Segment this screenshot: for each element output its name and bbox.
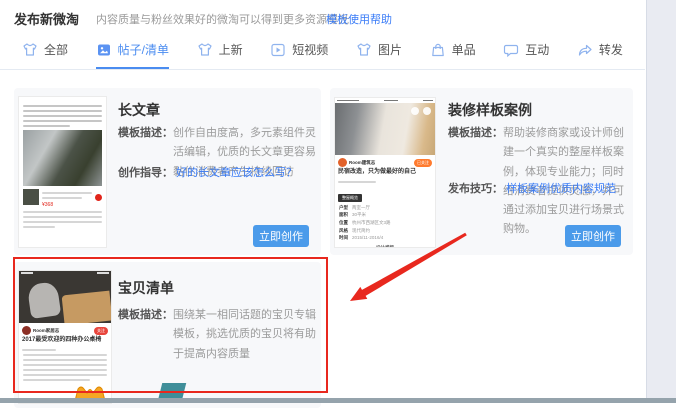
detail-row: 时间2015/11-2016/4 — [335, 234, 435, 242]
post-list-icon — [96, 42, 112, 58]
create-now-button[interactable]: 立即创作 — [565, 225, 621, 247]
tab-label: 转发 — [599, 41, 623, 58]
tshirt-icon — [197, 42, 213, 58]
tab-label: 单品 — [452, 41, 476, 58]
preview-title: 2017最受欢迎的四种办公桌椅 — [19, 336, 111, 346]
product-text-lines — [42, 192, 92, 199]
preview-title: 民宿改造，只为做最好的自己 — [335, 168, 435, 178]
chair-photo — [19, 271, 111, 323]
product-thumb — [23, 189, 39, 205]
buy-button-icon — [95, 194, 102, 201]
tab-label: 图片 — [378, 41, 402, 58]
detail-row: 户型两室一厅 — [335, 204, 435, 212]
preview-subtext — [335, 181, 435, 183]
avatar — [22, 326, 31, 335]
tab-short-video[interactable]: 短视频 — [270, 32, 328, 69]
page-subtitle: 内容质量与粉丝效果好的微淘可以得到更多资源曝光 — [96, 11, 349, 27]
tab-all[interactable]: 全部 — [22, 32, 68, 69]
preview-text-lines — [19, 354, 111, 381]
follow-badge: 关注 — [94, 327, 108, 335]
preview-text-lines — [23, 211, 102, 228]
card-description: 模板描述： 围绕某一相同话题的宝贝专辑模板，挑选优质的宝贝将有助于提高内容质量 — [118, 306, 316, 364]
content-guideline-link[interactable]: 样板案例优质内容规范 — [506, 183, 616, 195]
detail-row: 位置杭州市西湖区文3路 — [335, 219, 435, 227]
card-tip-row: 发布技巧： 样板案例优质内容规范 — [448, 180, 616, 196]
chair-shape — [27, 281, 61, 319]
tab-forward[interactable]: 转发 — [577, 32, 623, 69]
detail-row: 风格现代简约 — [335, 227, 435, 235]
tab-label: 帖子/清单 — [118, 41, 169, 58]
card-title: 装修样板案例 — [448, 100, 532, 120]
author-row: Room建筑志 已关注 — [335, 155, 435, 168]
chat-bubble-icon — [503, 42, 519, 58]
author-row: Room家居志 关注 — [19, 323, 111, 336]
tab-label: 互动 — [525, 41, 549, 58]
tab-new-arrivals[interactable]: 上新 — [197, 32, 243, 69]
circle-icon — [423, 107, 431, 115]
right-rail — [646, 0, 676, 398]
tshirt-icon — [22, 42, 38, 58]
tab-label: 短视频 — [292, 41, 328, 58]
card-title: 宝贝清单 — [118, 278, 174, 298]
avatar — [338, 158, 347, 167]
preview-subtext — [19, 349, 111, 351]
template-card-decoration-case: Room建筑志 已关注 民宿改造，只为做最好的自己 整屋概览 户型两室一厅 面积… — [330, 88, 633, 255]
decoration-case-preview: Room建筑志 已关注 民宿改造，只为做最好的自己 整屋概览 户型两室一厅 面积… — [334, 97, 436, 248]
orange-stool-illustration — [72, 384, 108, 407]
product-info: ¥368 — [42, 189, 92, 208]
desk-shape — [62, 291, 111, 323]
tab-images[interactable]: 图片 — [356, 32, 402, 69]
circle-icon — [411, 107, 419, 115]
preview-photo — [23, 130, 102, 186]
description-label: 模板描述： — [118, 306, 173, 364]
writing-guide-link[interactable]: 好的长文章应该怎么写？ — [176, 167, 297, 179]
shopping-bag-icon — [430, 42, 446, 58]
overview-tag: 整屋概览 — [338, 194, 362, 202]
description-text: 围绕某一相同话题的宝贝专辑模板，挑选优质的宝贝将有助于提高内容质量 — [173, 306, 316, 364]
author-name: Room家居志 — [33, 328, 92, 334]
detail-row: 面积30平米 — [335, 211, 435, 219]
create-now-button[interactable]: 立即创作 — [253, 225, 309, 247]
author-name: Room建筑志 — [349, 160, 412, 166]
category-tabbar: 全部 帖子/清单 上新 短视频 图片 单品 互动 转发 — [0, 32, 645, 70]
card-tip-row: 创作指导： 好的长文章应该怎么写？ — [118, 164, 297, 180]
publish-weitao-page: 发布新微淘 内容质量与粉丝效果好的微淘可以得到更多资源曝光 模板使用帮助 全部 … — [0, 0, 676, 408]
page-header: 发布新微淘 内容质量与粉丝效果好的微淘可以得到更多资源曝光 模板使用帮助 — [0, 0, 645, 32]
tab-single-item[interactable]: 单品 — [430, 32, 476, 69]
preview-text-lines — [23, 105, 102, 127]
phone-statusbar — [21, 272, 109, 274]
tab-label: 全部 — [44, 41, 68, 58]
preview-product-row: ¥368 — [23, 189, 102, 208]
page-title: 发布新微淘 — [14, 9, 79, 28]
tip-label: 创作指导： — [118, 167, 173, 179]
tab-label: 上新 — [219, 41, 243, 58]
section-divider: 设计感悟 — [341, 245, 429, 248]
long-article-preview: ¥368 — [18, 96, 107, 248]
card-title: 长文章 — [118, 100, 160, 120]
tab-posts-lists[interactable]: 帖子/清单 — [96, 32, 169, 69]
template-help-link[interactable]: 模板使用帮助 — [326, 11, 392, 27]
window-bottom-bar — [0, 398, 676, 403]
follow-badge: 已关注 — [414, 159, 432, 167]
tip-label: 发布技巧： — [448, 183, 503, 195]
room-photo — [335, 103, 435, 155]
share-arrow-icon — [577, 42, 593, 58]
product-price: ¥368 — [42, 202, 92, 208]
tshirt-icon — [356, 42, 372, 58]
video-icon — [270, 42, 286, 58]
template-card-long-article: ¥368 长文章 模板描述： 创作自由度高，多元素组件灵活编辑，优质的长文章更容… — [14, 88, 321, 255]
tab-interaction[interactable]: 互动 — [503, 32, 549, 69]
